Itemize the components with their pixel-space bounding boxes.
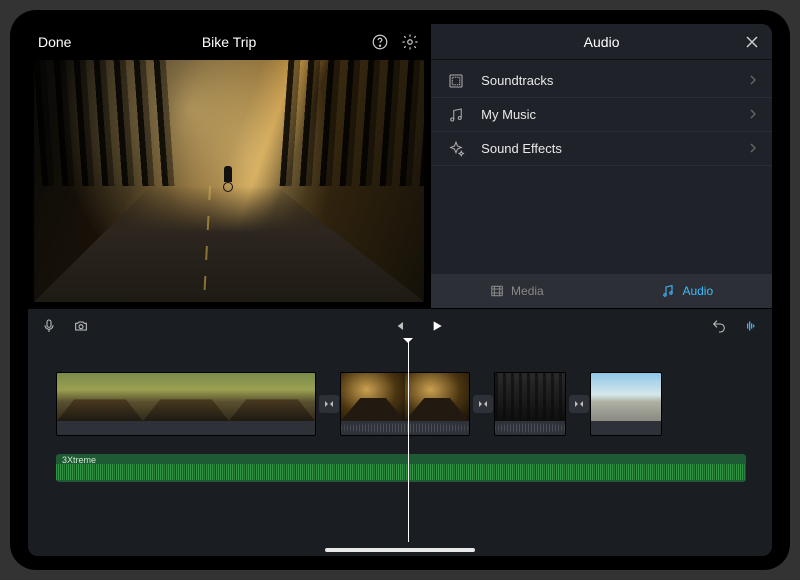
audio-source-list: Soundtracks My Music Sou — [431, 60, 772, 274]
video-clip[interactable] — [340, 372, 470, 436]
chevron-right-icon — [748, 141, 758, 156]
top-row: Done Bike Trip — [28, 24, 772, 308]
timeline[interactable]: 27.0s 3Xtreme — [28, 342, 772, 556]
audio-track-clip[interactable]: 3Xtreme — [56, 454, 746, 482]
preview-header: Done Bike Trip — [28, 24, 430, 60]
clip-thumbnail — [591, 373, 661, 421]
transition-button[interactable] — [472, 395, 494, 413]
project-title: Bike Trip — [98, 34, 360, 50]
clip-thumbnail — [341, 373, 405, 421]
home-indicator[interactable] — [325, 548, 475, 552]
clip-thumbnail — [143, 373, 229, 421]
clip-thumbnail — [495, 373, 565, 421]
preview-art — [34, 60, 179, 186]
settings-icon[interactable] — [400, 32, 420, 52]
preview-viewport[interactable] — [34, 60, 424, 302]
clip-audio-strip — [495, 421, 565, 435]
app-screen: Done Bike Trip — [28, 24, 772, 556]
clip-audio-strip — [57, 421, 315, 435]
sparkle-icon — [447, 140, 469, 158]
preview-art — [34, 186, 424, 302]
tab-label: Media — [511, 284, 544, 298]
video-clip[interactable] — [56, 372, 316, 436]
clip-thumbnail — [405, 373, 469, 421]
sidebar-item-label: My Music — [481, 107, 536, 122]
music-note-icon — [447, 106, 469, 124]
sidebar-item-soundtracks[interactable]: Soundtracks — [431, 64, 772, 98]
skip-back-icon[interactable] — [390, 317, 408, 335]
soundtrack-icon — [447, 72, 469, 90]
camera-icon[interactable] — [72, 317, 90, 335]
side-panel: Audio Soundtracks — [430, 24, 772, 308]
tab-media[interactable]: Media — [431, 274, 601, 308]
video-clip[interactable] — [494, 372, 566, 436]
side-panel-header: Audio — [431, 24, 772, 60]
clip-thumbnail — [57, 373, 143, 421]
transport-bar — [28, 308, 772, 342]
tablet-frame: Done Bike Trip — [10, 10, 790, 570]
help-icon[interactable] — [370, 32, 390, 52]
video-track[interactable]: 27.0s — [56, 372, 772, 436]
play-icon[interactable] — [426, 315, 448, 337]
preview-art — [221, 166, 235, 192]
transition-button[interactable] — [318, 395, 340, 413]
voiceover-mic-icon[interactable] — [40, 317, 58, 335]
sidebar-item-my-music[interactable]: My Music — [431, 98, 772, 132]
preview-art — [279, 60, 424, 186]
sidebar-item-sound-effects[interactable]: Sound Effects — [431, 132, 772, 166]
transition-button[interactable] — [568, 395, 590, 413]
clip-audio-strip — [591, 421, 661, 435]
clip-thumbnail — [229, 373, 315, 421]
side-panel-title: Audio — [584, 34, 620, 50]
undo-icon[interactable] — [710, 317, 728, 335]
timeline-scroll[interactable]: 27.0s 3Xtreme — [28, 372, 772, 556]
preview-pane: Done Bike Trip — [28, 24, 430, 308]
audio-waveform — [56, 464, 746, 480]
clip-audio-strip — [341, 421, 469, 435]
chevron-right-icon — [748, 73, 758, 88]
music-note-icon — [660, 283, 676, 299]
playhead[interactable] — [408, 342, 409, 542]
tab-audio[interactable]: Audio — [602, 274, 772, 308]
done-button[interactable]: Done — [38, 34, 98, 50]
sidebar-item-label: Soundtracks — [481, 73, 553, 88]
sidebar-item-label: Sound Effects — [481, 141, 562, 156]
filmstrip-icon — [489, 283, 505, 299]
side-panel-tabs: Media Audio — [431, 274, 772, 308]
tab-label: Audio — [682, 284, 713, 298]
audio-waveform-icon[interactable] — [742, 317, 760, 335]
chevron-right-icon — [748, 107, 758, 122]
video-clip[interactable]: 27.0s — [590, 372, 662, 436]
close-icon[interactable] — [742, 32, 762, 52]
